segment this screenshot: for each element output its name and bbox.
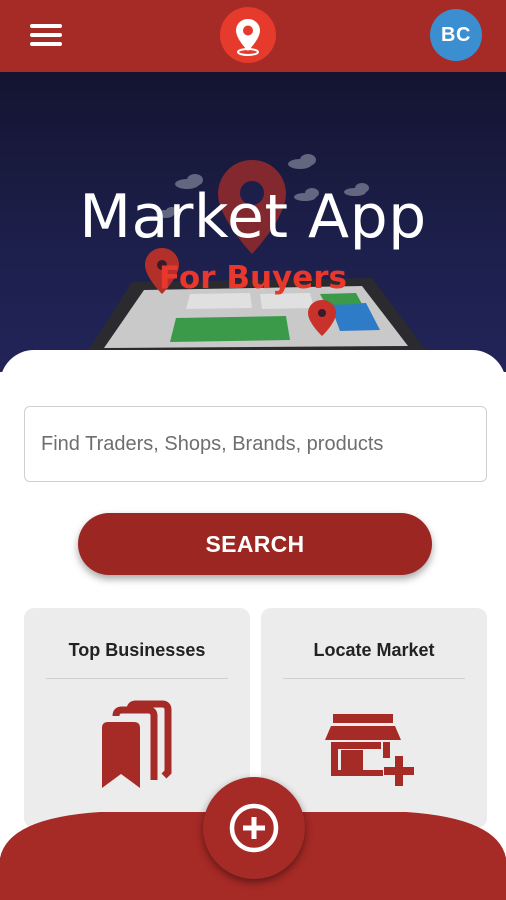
add-fab-button[interactable] xyxy=(203,777,305,879)
avatar[interactable]: BC xyxy=(430,9,482,61)
hero-banner: Market App For Buyers xyxy=(0,72,506,372)
top-app-bar: BC xyxy=(0,0,506,72)
hamburger-menu-icon[interactable] xyxy=(28,20,64,50)
map-pin-icon xyxy=(220,7,276,63)
plus-circle-icon xyxy=(229,803,279,853)
search-input[interactable] xyxy=(24,406,487,482)
search-button[interactable]: SEARCH xyxy=(78,513,432,575)
app-title: Market App xyxy=(79,182,427,252)
app-subtitle: For Buyers xyxy=(159,260,347,296)
